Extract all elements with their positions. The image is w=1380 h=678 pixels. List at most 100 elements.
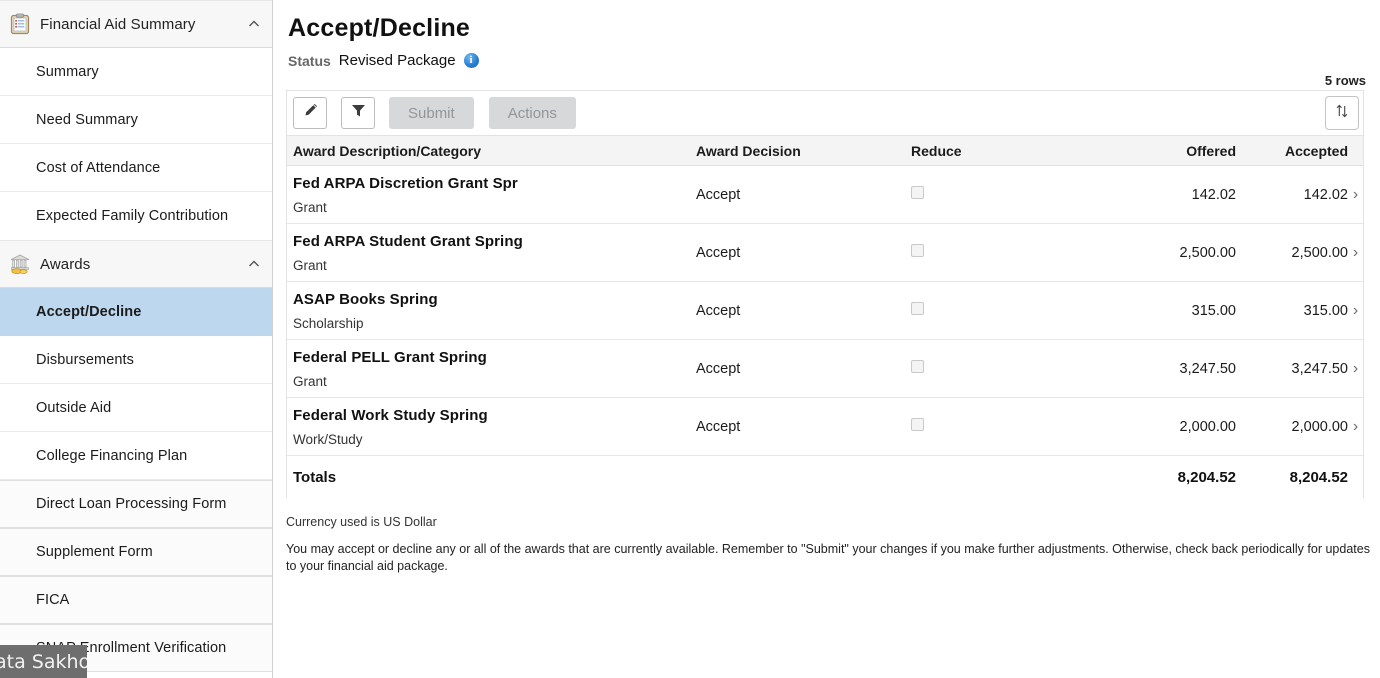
row-detail-button[interactable]: ›: [1348, 186, 1363, 204]
column-header-reduce[interactable]: Reduce: [911, 143, 1096, 159]
offered-amount: 2,000.00: [1179, 418, 1236, 435]
reduce-checkbox[interactable]: [911, 417, 924, 431]
offered-amount: 2,500.00: [1179, 244, 1236, 261]
award-description-cell: Fed ARPA Discretion Grant Spr Grant: [287, 175, 696, 215]
sidebar-item-fica[interactable]: FICA: [0, 576, 272, 624]
sort-updown-icon: [1333, 102, 1351, 125]
chevron-right-icon: ›: [1352, 359, 1359, 377]
table-row[interactable]: Fed ARPA Discretion Grant Spr Grant Acce…: [287, 166, 1363, 224]
offered-amount: 3,247.50: [1179, 360, 1236, 377]
totals-offered: 8,204.52: [1177, 468, 1236, 486]
filter-icon: [350, 102, 367, 124]
table-row[interactable]: ASAP Books Spring Scholarship Accept 315…: [287, 282, 1363, 340]
sidebar-item-need-summary[interactable]: Need Summary: [0, 96, 272, 144]
sidebar-item-label: Supplement Form: [36, 544, 153, 560]
reduce-cell: [911, 243, 1096, 262]
award-name: ASAP Books Spring: [293, 290, 438, 308]
sidebar-item-label: FICA: [36, 592, 70, 608]
sidebar-group-label: Awards: [40, 255, 91, 273]
award-category: Grant: [293, 257, 327, 273]
sidebar-navigation: Financial Aid Summary Summary Need Summa…: [0, 0, 273, 678]
chevron-right-icon: ›: [1352, 417, 1359, 435]
sidebar-item-disbursements[interactable]: Disbursements: [0, 336, 272, 384]
column-header-award-description[interactable]: Award Description/Category: [287, 143, 696, 159]
totals-label: Totals: [293, 468, 337, 486]
reduce-cell: [911, 301, 1096, 320]
bank-coins-icon: [8, 252, 32, 276]
award-description-cell: Federal Work Study Spring Work/Study: [287, 407, 696, 447]
row-detail-button[interactable]: ›: [1348, 244, 1363, 262]
column-header-offered[interactable]: Offered: [1096, 143, 1236, 159]
reduce-checkbox[interactable]: [911, 359, 924, 373]
sidebar-item-college-financing-plan[interactable]: College Financing Plan: [0, 432, 272, 480]
award-decision-cell: Accept: [696, 418, 741, 435]
award-name: Fed ARPA Student Grant Spring: [293, 232, 523, 250]
award-decision-cell: Accept: [696, 186, 741, 203]
sidebar-item-label: Need Summary: [36, 111, 138, 128]
chevron-up-icon[interactable]: [246, 16, 262, 32]
actions-button[interactable]: Actions: [488, 97, 576, 129]
row-count-label: 5 rows: [1324, 73, 1366, 88]
sidebar-item-label: Cost of Attendance: [36, 159, 161, 176]
sidebar-item-label: Summary: [36, 63, 99, 80]
status-line: Status Revised Package i: [288, 52, 1380, 69]
table-row[interactable]: Federal Work Study Spring Work/Study Acc…: [287, 398, 1363, 456]
sidebar-item-cost-of-attendance[interactable]: Cost of Attendance: [0, 144, 272, 192]
chevron-right-icon: ›: [1352, 185, 1359, 203]
award-decision-cell: Accept: [696, 302, 741, 319]
award-name: Federal Work Study Spring: [293, 406, 488, 424]
accepted-amount: 315.00: [1303, 302, 1348, 319]
column-header-award-decision[interactable]: Award Decision: [696, 143, 911, 159]
helper-text: You may accept or decline any or all of …: [286, 542, 1370, 573]
sidebar-item-outside-aid[interactable]: Outside Aid: [0, 384, 272, 432]
accepted-amount: 142.02: [1303, 186, 1348, 203]
sort-button[interactable]: [1325, 96, 1359, 130]
pencil-icon: [302, 102, 319, 124]
sidebar-item-accept-decline[interactable]: Accept/Decline: [0, 288, 272, 336]
awards-table: Award Description/Category Award Decisio…: [286, 136, 1364, 498]
status-label: Status: [288, 52, 331, 69]
page-title: Accept/Decline: [288, 14, 471, 42]
table-row[interactable]: Federal PELL Grant Spring Grant Accept 3…: [287, 340, 1363, 398]
sidebar-item-supplement-form[interactable]: Supplement Form: [0, 528, 272, 576]
sidebar-item-expected-family-contribution[interactable]: Expected Family Contribution: [0, 192, 272, 240]
filter-button[interactable]: [341, 97, 375, 129]
accepted-amount: 2,500.00: [1291, 244, 1348, 261]
sidebar-item-label: Direct Loan Processing Form: [36, 496, 227, 512]
sidebar-item-direct-loan-processing-form[interactable]: Direct Loan Processing Form: [0, 480, 272, 528]
info-icon[interactable]: i: [463, 53, 479, 68]
reduce-cell: [911, 417, 1096, 436]
watermark-label: ata Sakho: [0, 650, 87, 673]
table-row[interactable]: Fed ARPA Student Grant Spring Grant Acce…: [287, 224, 1363, 282]
application-root: Financial Aid Summary Summary Need Summa…: [0, 0, 1380, 678]
submit-button[interactable]: Submit: [389, 97, 474, 129]
sidebar-item-label: Disbursements: [36, 351, 134, 368]
row-detail-button[interactable]: ›: [1348, 418, 1363, 436]
screen-overlay-watermark: ata Sakho: [0, 645, 87, 678]
sidebar-group-financial-aid-summary[interactable]: Financial Aid Summary: [0, 0, 272, 48]
row-detail-button[interactable]: ›: [1348, 302, 1363, 320]
grid-toolbar: Submit Actions: [286, 90, 1364, 136]
totals-row: Totals 8,204.52 8,204.52: [287, 456, 1363, 498]
currency-note: Currency used is US Dollar: [286, 515, 437, 529]
edit-button[interactable]: [293, 97, 327, 129]
award-description-cell: Federal PELL Grant Spring Grant: [287, 349, 696, 389]
chevron-up-icon[interactable]: [246, 256, 262, 272]
award-category: Grant: [293, 199, 327, 215]
award-decision-cell: Accept: [696, 360, 741, 377]
reduce-checkbox[interactable]: [911, 243, 924, 257]
reduce-checkbox[interactable]: [911, 301, 924, 315]
chevron-right-icon: ›: [1352, 301, 1359, 319]
offered-amount: 142.02: [1191, 186, 1236, 203]
clipboard-icon: [8, 12, 32, 36]
offered-amount: 315.00: [1191, 302, 1236, 319]
award-name: Fed ARPA Discretion Grant Spr: [293, 174, 518, 192]
reduce-checkbox[interactable]: [911, 185, 924, 199]
sidebar-group-awards[interactable]: Awards: [0, 240, 272, 288]
row-detail-button[interactable]: ›: [1348, 360, 1363, 378]
sidebar-item-summary[interactable]: Summary: [0, 48, 272, 96]
main-content: Accept/Decline Status Revised Package i …: [273, 0, 1380, 678]
chevron-right-icon: ›: [1352, 243, 1359, 261]
column-header-accepted[interactable]: Accepted: [1236, 143, 1348, 159]
award-category: Work/Study: [293, 431, 363, 447]
